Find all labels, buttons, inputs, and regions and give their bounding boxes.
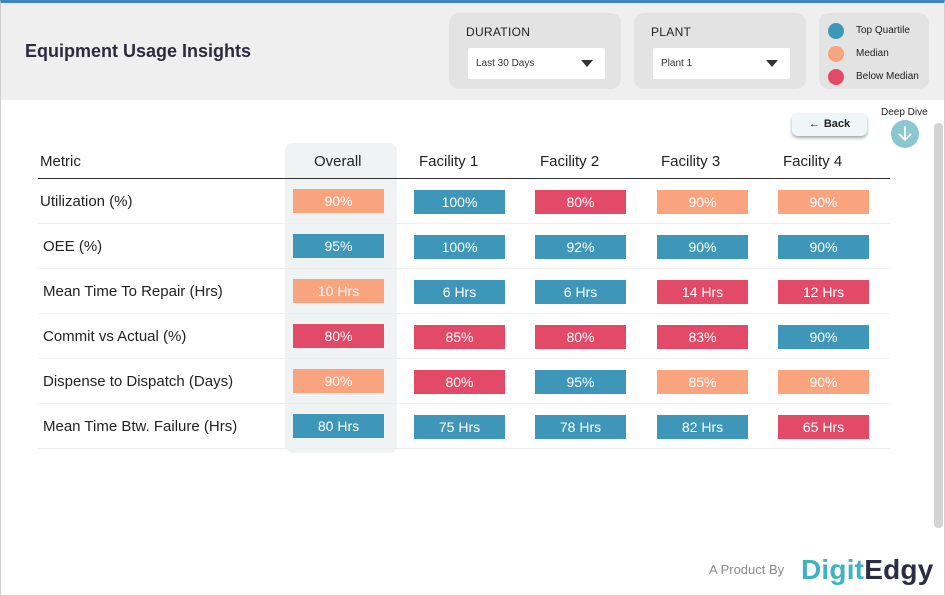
footer-by-text: A Product By [709,562,785,577]
column-header-metric: Metric [40,153,81,170]
table-row: OEE (%) 95% 100% 92% 90% 90% [38,224,890,269]
legend-label: Median [856,48,889,59]
column-header-facility-3: Facility 3 [661,153,721,170]
duration-select[interactable]: Last 30 Days [468,48,605,79]
table-row: Commit vs Actual (%) 80% 85% 80% 83% 90% [38,314,890,359]
score-cell: 14 Hrs [657,280,748,304]
score-cell: 92% [535,235,626,259]
score-cell: 90% [657,190,748,214]
legend-label: Below Median [856,71,919,82]
score-cell: 80 Hrs [293,414,384,438]
back-button[interactable]: ← Back [792,113,867,136]
table-row: Dispense to Dispatch (Days) 90% 80% 95% 85% 9… [38,359,890,404]
dashboard-window: Equipment Usage Insights DURATION Last 3… [0,0,945,596]
plant-select[interactable]: Plant 1 [653,48,790,79]
score-cell: 12 Hrs [778,280,869,304]
score-cell: 80% [414,370,505,394]
metric-label: Mean Time Btw. Failure (Hrs) [43,418,238,435]
legend-dot-icon [828,23,844,39]
score-cell: 80% [535,325,626,349]
table-header-row: Metric Overall Facility 1 Facility 2 Facilit… [38,143,890,179]
legend-dot-icon [828,46,844,62]
deep-dive-button[interactable] [891,120,919,148]
column-header-facility-4: Facility 4 [783,153,843,170]
score-cell: 90% [778,370,869,394]
deep-dive-label: Deep Dive [881,107,928,118]
header-bar: Equipment Usage Insights DURATION Last 3… [1,3,944,100]
score-cell: 90% [293,189,384,213]
plant-label: PLANT [651,25,692,39]
table-row: Mean Time Btw. Failure (Hrs) 80 Hrs 75 Hrs… [38,404,890,449]
metric-label: Commit vs Actual (%) [43,328,187,345]
legend-label: Top Quartile [856,25,910,36]
metric-label: Utilization (%) [40,193,133,210]
duration-label: DURATION [466,25,531,39]
vertical-scrollbar[interactable] [934,123,943,528]
score-cell: 95% [293,234,384,258]
page-title: Equipment Usage Insights [25,41,252,61]
score-cell: 80% [535,190,626,214]
column-header-overall: Overall [314,153,362,170]
score-cell: 83% [657,325,748,349]
brand-logo-part-2: Edgy [864,554,934,585]
legend: Top Quartile Median Below Median [819,13,929,89]
score-cell: 90% [657,235,748,259]
metric-label: Mean Time To Repair (Hrs) [43,283,223,300]
plant-selected-value: Plant 1 [661,58,693,69]
score-cell: 85% [657,370,748,394]
score-cell: 90% [778,325,869,349]
column-header-facility-2: Facility 2 [540,153,600,170]
score-cell: 90% [778,235,869,259]
score-cell: 6 Hrs [414,280,505,304]
legend-dot-icon [828,69,844,85]
caret-down-icon [581,60,593,67]
arrow-down-circle-icon [898,126,912,141]
score-cell: 100% [414,235,505,259]
score-cell: 78 Hrs [535,415,626,439]
score-cell: 80% [293,324,384,348]
metric-label: OEE (%) [43,238,103,255]
metric-label: Dispense to Dispatch (Days) [43,373,234,390]
back-button-label: Back [823,118,851,130]
column-header-facility-1: Facility 1 [419,153,479,170]
score-cell: 75 Hrs [414,415,505,439]
arrow-left-icon: ← [808,118,820,130]
score-cell: 82 Hrs [657,415,748,439]
score-cell: 95% [535,370,626,394]
duration-filter: DURATION Last 30 Days [449,13,621,89]
table-row: Mean Time To Repair (Hrs) 10 Hrs 6 Hrs 6 Hr… [38,269,890,314]
plant-filter: PLANT Plant 1 [634,13,806,89]
duration-selected-value: Last 30 Days [476,58,535,69]
score-cell: 100% [414,190,505,214]
score-cell: 6 Hrs [535,280,626,304]
score-cell: 85% [414,325,505,349]
brand-logo-part-1: Digit [801,554,865,585]
table-row: Utilization (%) 90% 100% 80% 90% 90% [38,179,890,224]
score-cell: 10 Hrs [293,279,384,303]
score-cell: 90% [293,369,384,393]
score-cell: 90% [778,190,869,214]
score-cell: 65 Hrs [778,415,869,439]
brand-logo: DigitEdgy [801,554,933,586]
caret-down-icon [766,60,778,67]
